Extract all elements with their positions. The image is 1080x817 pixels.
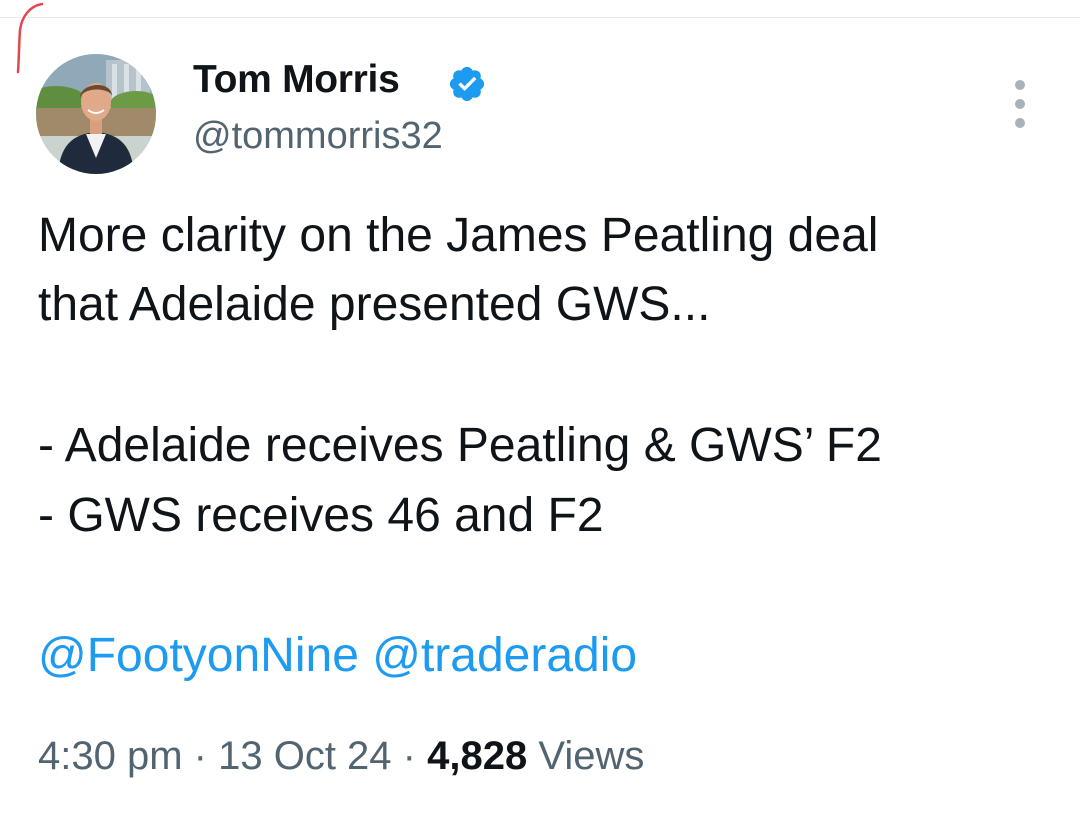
mention-link[interactable]: @FootyonNine <box>38 629 359 682</box>
views-label: Views <box>538 734 645 778</box>
tweet-mentions: @FootyonNine @traderadio <box>38 628 637 684</box>
meta-separator: · <box>402 734 416 778</box>
avatar[interactable] <box>36 54 156 174</box>
views-count: 4,828 <box>427 734 528 778</box>
more-options-icon[interactable] <box>1005 78 1035 130</box>
tweet-text-line: - GWS receives 46 and F2 <box>38 489 604 542</box>
more-dot <box>1015 99 1025 109</box>
author-handle[interactable]: @tommorris32 <box>193 115 443 158</box>
meta-separator: · <box>193 734 207 778</box>
verified-badge-icon[interactable] <box>447 64 487 104</box>
tweet-meta: 4:30 pm · 13 Oct 24 · 4,828 Views <box>38 730 644 782</box>
tweet-text-line: More clarity on the James Peatling deal <box>38 209 879 262</box>
red-pen-mark <box>16 2 44 74</box>
tweet-date[interactable]: 13 Oct 24 <box>218 734 391 778</box>
more-dot <box>1015 118 1025 128</box>
tweet-text-line: - Adelaide receives Peatling & GWS’ F2 <box>38 419 882 472</box>
tweet-text-line: that Adelaide presented GWS... <box>38 278 711 331</box>
author-name[interactable]: Tom Morris <box>193 58 400 102</box>
top-divider <box>0 17 1080 18</box>
tweet-time[interactable]: 4:30 pm <box>38 734 183 778</box>
more-dot <box>1015 80 1025 90</box>
mention-link[interactable]: @traderadio <box>372 629 637 682</box>
